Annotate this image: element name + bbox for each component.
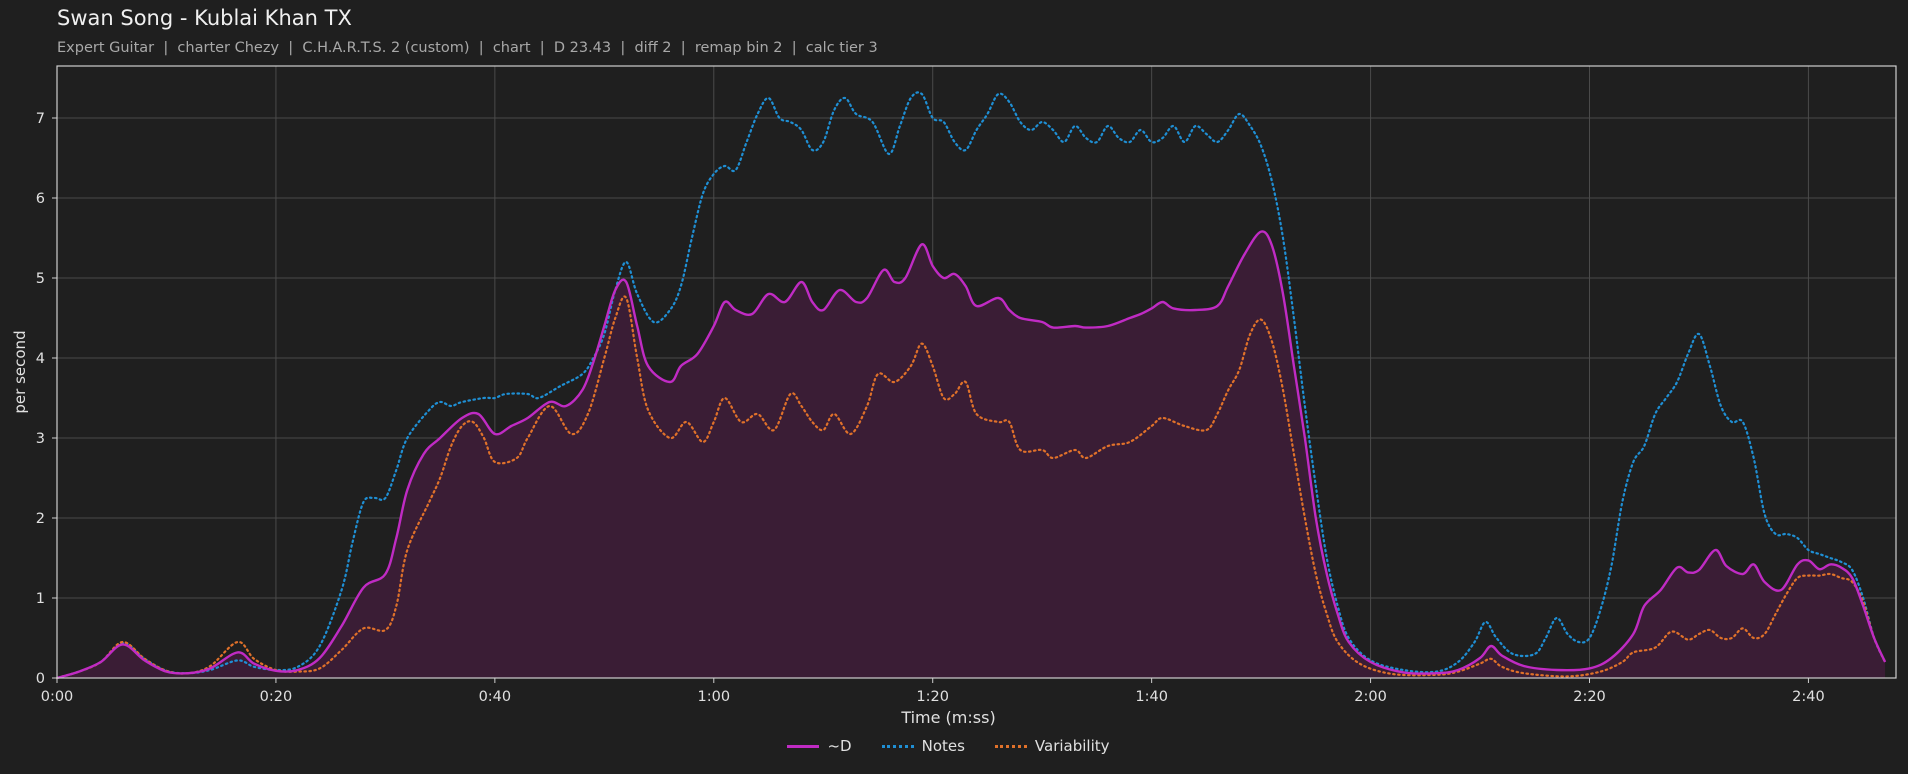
legend-swatch-variability [994,744,1027,748]
chart-svg: 0:00 0:20 0:40 1:00 1:20 1:40 2:00 2:20 2:40 0 1 2 3… [36,65,1897,705]
x-tick-label: 1:20 [916,689,949,705]
y-tick-label: 5 [36,271,45,287]
legend-item-notes: Notes [881,737,965,755]
y-tick-label: 2 [36,511,45,527]
legend-label-variability: Variability [1034,737,1110,755]
x-tick-label: 2:00 [1354,689,1387,705]
y-tick-label: 7 [36,111,45,127]
x-tick-label: 2:20 [1573,689,1606,705]
legend-swatch-notes [881,744,914,748]
legend-label-notes: Notes [921,737,965,755]
legend: ~D Notes Variability [0,737,1840,755]
x-tick-label: 1:40 [1135,689,1168,705]
x-tick-label: 0:20 [260,689,293,705]
y-tick-label: 4 [36,351,45,367]
y-tick-label: 0 [36,671,45,687]
x-tick-label: 2:40 [1792,689,1825,705]
y-tick-label: 6 [36,191,45,207]
x-tick-label: 0:40 [479,689,512,705]
y-tick-label: 1 [36,591,45,607]
legend-item-d: ~D [787,737,852,755]
y-axis-label: per second [11,330,29,414]
x-tick-label: 1:00 [698,689,731,705]
legend-swatch-d [787,744,820,748]
legend-label-d: ~D [827,737,852,755]
y-tick-label: 3 [36,431,45,447]
legend-item-variability: Variability [994,737,1110,755]
x-tick-label: 0:00 [41,689,74,705]
x-axis-label: Time (m:ss) [901,708,996,727]
